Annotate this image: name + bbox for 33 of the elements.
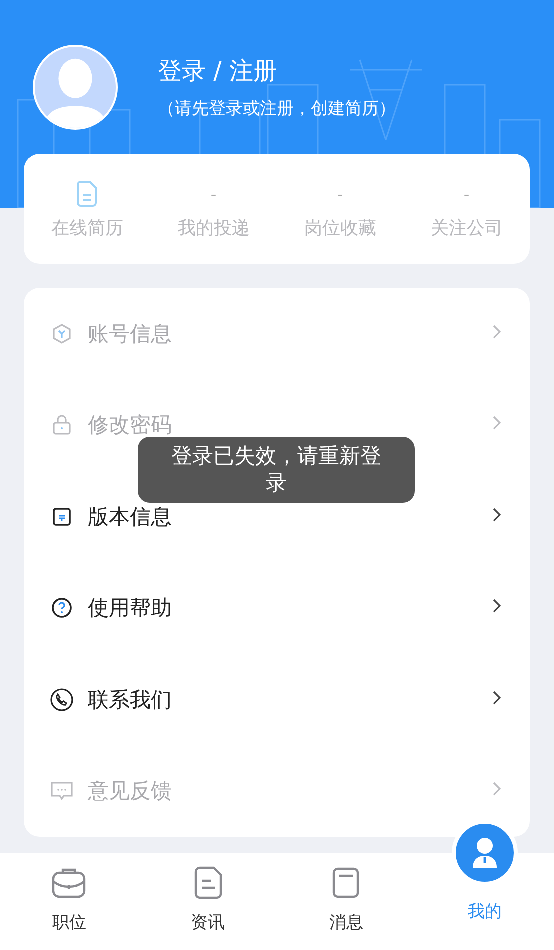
count-value: - [464, 184, 470, 204]
chevron-right-icon [492, 598, 502, 614]
chevron-right-icon [492, 781, 502, 798]
chevron-right-icon [492, 690, 502, 706]
count-value: - [210, 184, 217, 204]
chevron-right-icon [492, 324, 502, 340]
nav-tab[interactable]: 消息 [277, 853, 416, 950]
login-hint: （请先登录或注册，创建简历） [158, 98, 396, 120]
comment-icon [50, 780, 74, 802]
menu-item[interactable]: 版本信息 [88, 502, 172, 531]
lock-icon [51, 414, 73, 436]
briefcase-icon [51, 866, 88, 900]
avatar-icon[interactable] [33, 45, 118, 130]
nav-tab[interactable]: 职位 [0, 853, 138, 950]
menu-item[interactable]: 使用帮助 [88, 594, 172, 622]
hexagon-icon [51, 322, 73, 345]
message-icon [331, 866, 362, 900]
document-icon [51, 506, 73, 528]
stat-label[interactable]: 在线简历 [51, 216, 124, 240]
nav-tab[interactable]: 我的 [416, 820, 554, 950]
chevron-right-icon [492, 415, 502, 432]
resume-icon [75, 180, 100, 208]
chevron-right-icon [492, 506, 502, 523]
stat-label[interactable]: 我的投递 [178, 216, 250, 240]
stat-label[interactable]: 关注公司 [430, 216, 503, 240]
stat-label[interactable]: 岗位收藏 [304, 216, 376, 240]
session-toast: 登录已失效，请重新登录 [138, 437, 415, 503]
login-title[interactable]: 登录 / 注册 [158, 55, 396, 87]
nav-tab[interactable]: 资讯 [138, 853, 277, 950]
count-value: - [337, 184, 344, 204]
help-icon [51, 597, 73, 620]
menu-item[interactable]: 联系我们 [88, 686, 172, 714]
phone-icon [50, 688, 74, 712]
